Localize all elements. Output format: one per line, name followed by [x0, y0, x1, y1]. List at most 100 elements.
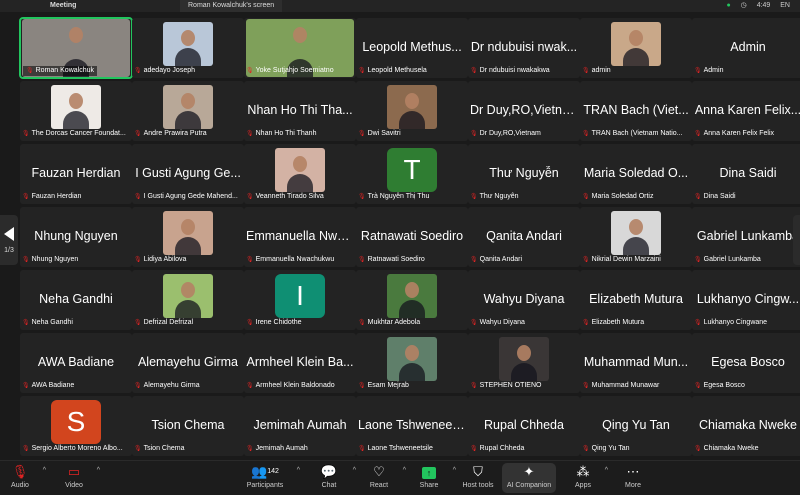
participant-tile[interactable]: 🎙 Yoke Sutjahjo Soemiatno	[244, 18, 356, 78]
participant-tile[interactable]: Nhung Nguyen 🎙 Nhung Nguyen	[20, 207, 132, 267]
apps-button[interactable]: ⁂ Apps ^	[568, 463, 608, 493]
participant-tile[interactable]: Thư Nguyễn 🎙 Thư Nguyễn	[468, 144, 580, 204]
participant-name-label: 🎙 Ratnawati Soediro	[358, 255, 466, 265]
host-tools-button[interactable]: ⛉ Host tools	[458, 463, 498, 493]
participant-tile[interactable]: Emmanuella Nwa... 🎙 Emmanuella Nwachukwu	[244, 207, 356, 267]
participant-tile[interactable]: Gabriel Lunkamba 🎙 Gabriel Lunkamba	[692, 207, 800, 267]
participant-tile[interactable]: Alemayehu Girma 🎙 Alemayehu Girma	[132, 333, 244, 393]
participant-name: Nhung Nguyen	[31, 256, 79, 263]
participant-tile[interactable]: 🎙 Lidiya Abilova	[132, 207, 244, 267]
participant-tile[interactable]: 🎙 The Dorcas Cancer Foundat...	[20, 81, 132, 141]
participant-tile[interactable]: Tsion Chema 🎙 Tsion Chema	[132, 396, 244, 456]
participant-name: Tsion Chema	[143, 445, 185, 452]
participant-tile[interactable]: T 🎙 Trà Nguyễn Thị Thu	[356, 144, 468, 204]
participant-display-name: Jemimah Aumah	[253, 418, 347, 432]
participant-tile[interactable]: Rupal Chheda 🎙 Rupal Chheda	[468, 396, 580, 456]
mic-muted-icon: 🎙	[358, 257, 366, 263]
participant-name: Yoke Sutjahjo Soemiatno	[255, 67, 334, 74]
participant-tile[interactable]: 🎙 admin	[580, 18, 692, 78]
participant-tile[interactable]: Dina Saidi 🎙 Dina Saidi	[692, 144, 800, 204]
participant-video	[51, 85, 101, 129]
participant-tile[interactable]: Anna Karen Felix... 🎙 Anna Karen Felix Fel…	[692, 81, 800, 141]
screen-share-tab[interactable]: Roman Kowalchuk's screen	[180, 0, 283, 12]
more-icon: ⋯	[626, 464, 640, 479]
participant-tile[interactable]: Qanita Andari 🎙 Qanita Andari	[468, 207, 580, 267]
participant-name: Leopold Methusela	[367, 67, 427, 74]
participant-tile[interactable]: Neha Gandhi 🎙 Neha Gandhi	[20, 270, 132, 330]
participant-tile[interactable]: Maria Soledad O... 🎙 Maria Soledad Ortiz	[580, 144, 692, 204]
participant-video	[611, 22, 661, 66]
mic-muted-icon: 🎙	[22, 257, 30, 263]
participant-name-label: 🎙 Alemayehu Girma	[134, 381, 242, 391]
video-button[interactable]: ▭ Video ^	[58, 463, 100, 493]
participant-tile[interactable]: Muhammad Mun... 🎙 Muhammad Munawar	[580, 333, 692, 393]
participant-display-name: Anna Karen Felix...	[694, 103, 800, 117]
clock-time: 4:49	[756, 2, 771, 9]
participant-tile[interactable]: 🎙 Dwi Savitri	[356, 81, 468, 141]
participant-tile[interactable]: Fauzan Herdian 🎙 Fauzan Herdian	[20, 144, 132, 204]
participant-tile[interactable]: AWA Badiane 🎙 AWA Badiane	[20, 333, 132, 393]
participant-name-label: 🎙 Qanita Andari	[470, 255, 578, 265]
participant-tile[interactable]: Chiamaka Nweke 🎙 Chiamaka Nweke	[692, 396, 800, 456]
participant-tile[interactable]: Laone Tshweneee... 🎙 Laone Tshweneetsile	[356, 396, 468, 456]
participant-tile[interactable]: Ratnawati Soediro 🎙 Ratnawati Soediro	[356, 207, 468, 267]
participant-tile[interactable]: Jemimah Aumah 🎙 Jemimah Aumah	[244, 396, 356, 456]
participant-name-label: 🎙 Elizabeth Mutura	[582, 318, 690, 328]
chevron-up-icon[interactable]: ^	[97, 467, 100, 474]
participant-tile[interactable]: Qing Yu Tan 🎙 Qing Yu Tan	[580, 396, 692, 456]
participant-name-label: 🎙 Dina Saidi	[694, 192, 800, 202]
more-button[interactable]: ⋯ More	[618, 463, 648, 493]
participants-button[interactable]: 👥142 Participants ^	[240, 463, 300, 493]
chevron-up-icon[interactable]: ^	[453, 467, 456, 474]
participant-name-label: 🎙 Lukhanyo Cingwane	[694, 318, 800, 328]
language-indicator[interactable]: EN	[780, 2, 790, 9]
participant-video	[163, 85, 213, 129]
participant-tile[interactable]: Wahyu Diyana 🎙 Wahyu Diyana	[468, 270, 580, 330]
audio-button[interactable]: 🎙 Audio ^	[4, 463, 46, 493]
participant-tile[interactable]: I Gusti Agung Ge... 🎙 I Gusti Agung Gede M…	[132, 144, 244, 204]
participant-tile[interactable]: Elizabeth Mutura 🎙 Elizabeth Mutura	[580, 270, 692, 330]
participant-display-name: Lukhanyo Cingw...	[696, 292, 800, 306]
participant-tile[interactable]: 🎙 Veanneth Tirado Silva	[244, 144, 356, 204]
previous-page-button[interactable]: 1/3	[0, 215, 18, 265]
mic-muted-icon: 🎙	[582, 320, 590, 326]
participant-tile[interactable]: 🎙 Mukhtar Adebola	[356, 270, 468, 330]
participant-tile[interactable]: 🎙 Andre Prawira Putra	[132, 81, 244, 141]
participant-tile[interactable]: Armheel Klein Ba... 🎙 Armheel Klein Baldon…	[244, 333, 356, 393]
chevron-up-icon[interactable]: ^	[43, 467, 46, 474]
participant-tile[interactable]: 🎙 adedayo Joseph	[132, 18, 244, 78]
participant-display-name: Muhammad Mun...	[583, 355, 689, 369]
participant-tile[interactable]: Dr ndubuisi nwak... 🎙 Dr ndubuisi nwakakwa	[468, 18, 580, 78]
meeting-toolbar: 🎙 Audio ^ ▭ Video ^ 👥142 Participants ^ …	[0, 460, 800, 495]
participant-display-name: TRAN Bach (Viet...	[583, 103, 689, 117]
participant-tile[interactable]: Dr Duy,RO,Vietnam 🎙 Dr Duy,RO,Vietnam	[468, 81, 580, 141]
chat-button[interactable]: 💬 Chat ^	[312, 463, 356, 493]
chevron-up-icon[interactable]: ^	[605, 467, 608, 474]
participant-name-label: 🎙 Dr Duy,RO,Vietnam	[470, 129, 578, 139]
chevron-up-icon[interactable]: ^	[403, 467, 406, 474]
ai-companion-button[interactable]: ✦ AI Companion	[502, 463, 556, 493]
participant-tile[interactable]: S 🎙 Sergio Alberto Moreno Albo...	[20, 396, 132, 456]
participant-tile[interactable]: Leopold Methus... 🎙 Leopold Methusela	[356, 18, 468, 78]
participant-name-label: 🎙 TRAN Bach (Vietnam Natio...	[582, 129, 690, 139]
react-button[interactable]: ♡ React ^	[362, 463, 406, 493]
participant-tile[interactable]: Egesa Bosco 🎙 Egesa Bosco	[692, 333, 800, 393]
participant-tile[interactable]: I 🎙 Irene Chidothe	[244, 270, 356, 330]
participant-tile[interactable]: TRAN Bach (Viet... 🎙 TRAN Bach (Vietnam Na…	[580, 81, 692, 141]
participant-tile[interactable]: Lukhanyo Cingw... 🎙 Lukhanyo Cingwane	[692, 270, 800, 330]
participant-tile[interactable]: 🎙 Roman Kowalchuk	[19, 17, 133, 79]
participant-tile[interactable]: Nhan Ho Thi Tha... 🎙 Nhan Ho Thi Thanh	[244, 81, 356, 141]
participant-name: adedayo Joseph	[143, 67, 196, 74]
participant-name: Jemimah Aumah	[255, 445, 308, 452]
participant-tile[interactable]: 🎙 Esam Mejrab	[356, 333, 468, 393]
participant-tile[interactable]: 🎙 STEPHEN OTIENO	[468, 333, 580, 393]
participant-tile[interactable]: 🎙 Nikrial Dewin Marzaini	[580, 207, 692, 267]
mic-muted-icon: 🎙	[11, 464, 29, 479]
participant-tile[interactable]: 🎙 Defrizal Defrizal	[132, 270, 244, 330]
next-page-button[interactable]	[793, 215, 800, 265]
share-label: Share	[419, 482, 439, 489]
chevron-up-icon[interactable]: ^	[353, 467, 356, 474]
share-button[interactable]: ↑ Share ^	[412, 463, 456, 493]
participant-tile[interactable]: Admin 🎙 Admin	[692, 18, 800, 78]
chevron-up-icon[interactable]: ^	[297, 467, 300, 474]
